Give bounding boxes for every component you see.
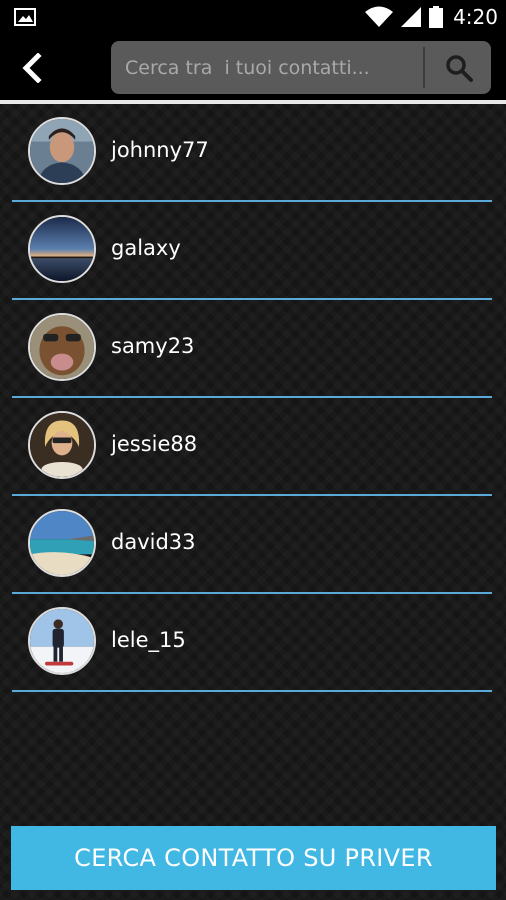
contact-name: samy23 xyxy=(111,334,195,358)
contact-row[interactable]: samy23 xyxy=(12,300,492,398)
battery-icon xyxy=(429,6,444,28)
avatar xyxy=(28,509,96,577)
contact-row[interactable]: david33 xyxy=(12,496,492,594)
chevron-left-icon xyxy=(22,53,42,83)
avatar xyxy=(28,313,96,381)
contact-name: jessie88 xyxy=(111,432,198,456)
contact-name: david33 xyxy=(111,530,196,554)
contact-row[interactable]: lele_15 xyxy=(12,594,492,692)
status-bar: 4:20 xyxy=(0,0,506,34)
avatar xyxy=(28,607,96,675)
avatar xyxy=(28,411,96,479)
contact-row[interactable]: galaxy xyxy=(12,202,492,300)
search-box xyxy=(111,41,491,94)
contact-name: galaxy xyxy=(111,236,181,260)
avatar xyxy=(28,215,96,283)
contact-list: johnny77 galaxy samy23 jessie88 david33 … xyxy=(12,104,492,692)
search-input[interactable] xyxy=(111,41,423,94)
contact-name: johnny77 xyxy=(111,138,209,162)
avatar xyxy=(28,117,96,185)
search-divider xyxy=(423,47,425,88)
contact-row[interactable]: johnny77 xyxy=(12,104,492,202)
search-icon xyxy=(446,54,473,82)
wifi-icon xyxy=(365,6,394,27)
status-time: 4:20 xyxy=(453,5,498,29)
contact-name: lele_15 xyxy=(111,628,186,652)
app-header xyxy=(0,34,506,104)
back-button[interactable] xyxy=(12,48,52,88)
image-icon xyxy=(14,8,36,26)
contact-row[interactable]: jessie88 xyxy=(12,398,492,496)
signal-icon xyxy=(401,7,422,27)
search-button[interactable] xyxy=(427,41,491,94)
search-on-priver-button[interactable]: CERCA CONTATTO SU PRIVER xyxy=(11,826,496,890)
